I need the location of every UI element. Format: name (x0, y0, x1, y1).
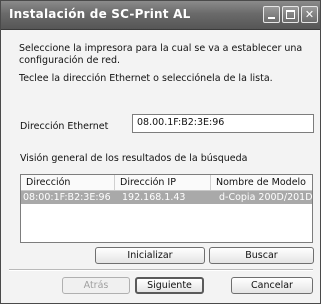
maximize-icon (286, 10, 295, 19)
minimize-icon (268, 17, 275, 19)
search-button[interactable]: Buscar (209, 247, 314, 264)
cell-ethernet: 08:00:1F:B2:3E:96 (23, 192, 111, 203)
maximize-button[interactable] (282, 6, 299, 23)
close-icon: ✕ (304, 8, 315, 21)
window-title: Instalación de SC-Print AL (9, 7, 191, 21)
cell-model: d-Copia 200D/201D (219, 192, 313, 203)
cancel-button[interactable]: Cancelar (231, 277, 313, 294)
results-heading: Visión general de los resultados de la b… (20, 153, 248, 164)
cell-ip: 192.168.1.43 (122, 192, 186, 203)
back-button[interactable]: Atrás (62, 277, 130, 294)
close-button[interactable]: ✕ (301, 6, 318, 23)
next-button[interactable]: Siguiente (135, 277, 204, 294)
column-header-ethernet[interactable]: Dirección Ethernet (21, 175, 115, 203)
column-header-model[interactable]: Nombre de Modelo (211, 175, 312, 190)
instruction-line-1: Seleccione la impresora para la cual se … (19, 43, 303, 54)
ethernet-label: Dirección Ethernet (20, 121, 109, 132)
list-header: Dirección Ethernet Dirección IP Nombre d… (21, 175, 312, 203)
minimize-button[interactable] (263, 6, 280, 23)
ethernet-address-value: 08.00.1F:B2:3E:96 (137, 117, 225, 128)
installer-window: Instalación de SC-Print AL ✕ Seleccione … (0, 0, 321, 304)
title-bar[interactable]: Instalación de SC-Print AL ✕ (1, 1, 320, 30)
initialize-button[interactable]: Inicializar (95, 247, 205, 264)
instruction-line-2: configuración de red. (19, 55, 121, 66)
results-list[interactable]: Dirección Ethernet Dirección IP Nombre d… (20, 174, 313, 243)
table-row[interactable]: 08:00:1F:B2:3E:96 192.168.1.43 d-Copia 2… (21, 191, 313, 204)
ethernet-address-field[interactable]: 08.00.1F:B2:3E:96 (132, 114, 314, 133)
footer-divider (9, 269, 313, 271)
column-header-ip[interactable]: Dirección IP (115, 175, 211, 190)
instruction-line-3: Teclee la dirección Ethernet o selección… (19, 73, 273, 84)
